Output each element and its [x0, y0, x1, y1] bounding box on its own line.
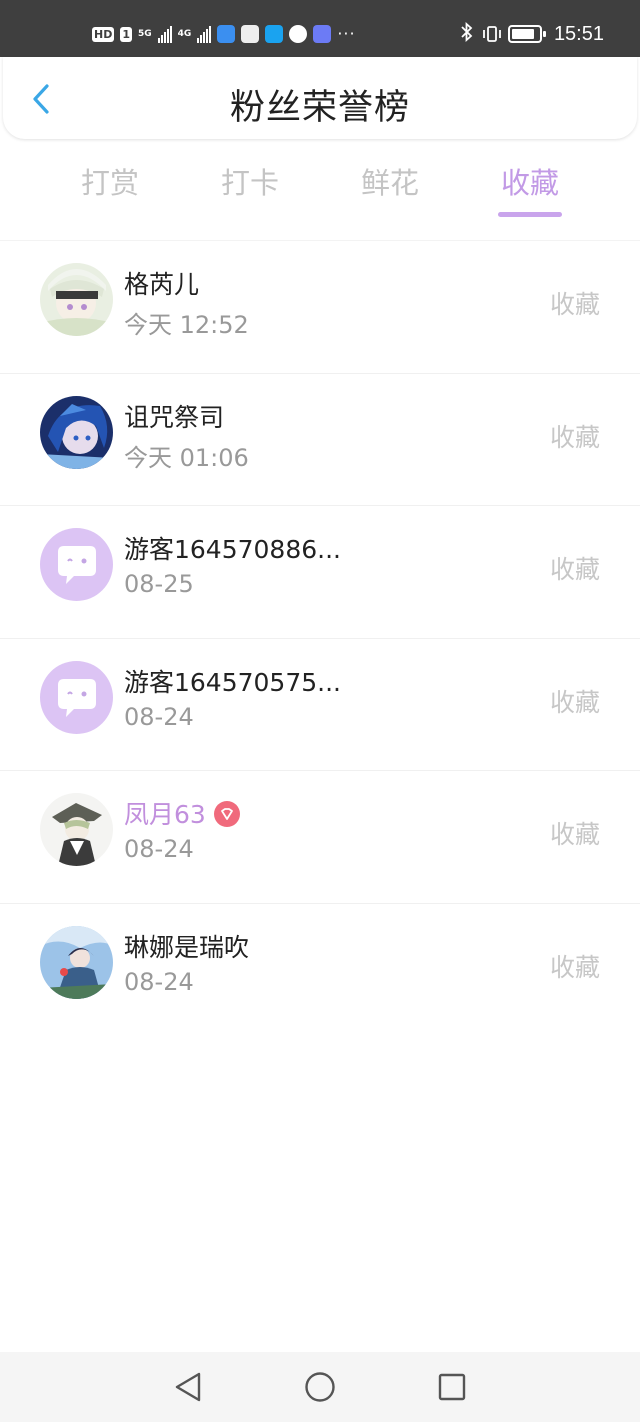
fan-time: 08-24 — [124, 835, 194, 864]
huawei-icon — [241, 25, 260, 43]
status-bar: HD 1 5G 4G ··· 15:51 — [0, 0, 640, 57]
bluetooth-icon — [460, 21, 474, 47]
fan-name: 游客164570575... — [124, 667, 341, 697]
fan-time: 08-25 — [124, 570, 194, 599]
clock: 15:51 — [553, 22, 604, 45]
status-bar-left: HD 1 5G 4G ··· — [92, 20, 356, 48]
favorite-action[interactable]: 收藏 — [550, 418, 600, 454]
music-icon — [313, 25, 332, 43]
list-item[interactable]: 游客164570575... 08-24 收藏 — [0, 637, 640, 771]
vibrate-icon — [482, 24, 501, 44]
fan-time: 08-24 — [124, 967, 194, 996]
network-type-1: 5G — [138, 28, 152, 39]
fan-time: 今天 12:52 — [124, 311, 249, 339]
cloud-icon — [217, 25, 236, 43]
avatar[interactable] — [40, 660, 113, 734]
favorite-action[interactable]: 收藏 — [550, 948, 600, 984]
status-bar-right: 15:51 — [460, 20, 604, 48]
fan-name: 游客164570886... — [124, 535, 341, 565]
triangle-back-icon — [175, 1372, 201, 1402]
sim-indicator: 1 — [120, 26, 132, 42]
hd-indicator: HD — [92, 26, 115, 42]
avatar[interactable] — [40, 263, 113, 336]
fan-name: 琳娜是瑞吹 — [124, 932, 250, 962]
avatar[interactable] — [40, 528, 113, 602]
nav-home-button[interactable] — [298, 1365, 342, 1409]
square-recents-icon — [438, 1373, 466, 1401]
page-header: 粉丝荣誉榜 — [3, 57, 637, 139]
fan-name: 格芮儿 — [124, 270, 200, 299]
list-item[interactable]: 琳娜是瑞吹 08-24 收藏 — [0, 902, 640, 1036]
avatar[interactable] — [40, 395, 113, 469]
battery-icon — [507, 25, 546, 43]
tab-flowers[interactable]: 鲜花 — [340, 160, 440, 202]
favorite-action[interactable]: 收藏 — [550, 683, 600, 719]
tab-favorites-label: 收藏 — [500, 166, 559, 200]
tab-bar: 打赏 打卡 鲜花 收藏 — [40, 160, 600, 224]
active-tab-indicator — [498, 212, 562, 217]
fan-name: 诅咒祭司 — [124, 402, 225, 432]
search-app-icon — [265, 25, 284, 43]
fan-name: 凤月63 — [124, 795, 240, 831]
more-notifications-icon: ··· — [337, 24, 356, 43]
avatar[interactable] — [40, 793, 113, 867]
list-item[interactable]: 诅咒祭司 今天 01:06 收藏 — [0, 372, 640, 506]
favorite-action[interactable]: 收藏 — [550, 550, 600, 586]
avatar[interactable] — [40, 925, 113, 999]
browser-icon — [289, 25, 308, 43]
tab-reward[interactable]: 打赏 — [60, 160, 160, 202]
signal-icon — [157, 25, 172, 43]
list-item[interactable]: 游客164570886... 08-25 收藏 — [0, 505, 640, 638]
fan-time: 今天 01:06 — [124, 443, 249, 472]
battery-fill — [511, 29, 535, 39]
list-item[interactable]: 格芮儿 今天 12:52 收藏 — [0, 240, 640, 373]
favorite-action[interactable]: 收藏 — [550, 285, 600, 321]
vip-badge-icon — [213, 801, 240, 828]
page-title: 粉丝荣誉榜 — [229, 88, 410, 128]
fan-list: 格芮儿 今天 12:52 收藏 诅咒祭司 今天 01:06 收藏 游客16457… — [0, 240, 640, 1036]
nav-back-button[interactable] — [166, 1365, 210, 1409]
signal-icon — [197, 25, 212, 43]
nav-recents-button[interactable] — [430, 1365, 474, 1409]
fan-name-text: 凤月63 — [124, 800, 206, 830]
fan-time: 08-24 — [124, 702, 194, 731]
system-nav-bar — [0, 1352, 640, 1422]
list-item[interactable]: 凤月63 08-24 收藏 — [0, 770, 640, 903]
tab-checkin[interactable]: 打卡 — [200, 160, 300, 202]
tab-favorites[interactable]: 收藏 — [480, 160, 580, 217]
favorite-action[interactable]: 收藏 — [550, 815, 600, 851]
network-type-2: 4G — [177, 28, 192, 39]
circle-home-icon — [305, 1372, 335, 1402]
